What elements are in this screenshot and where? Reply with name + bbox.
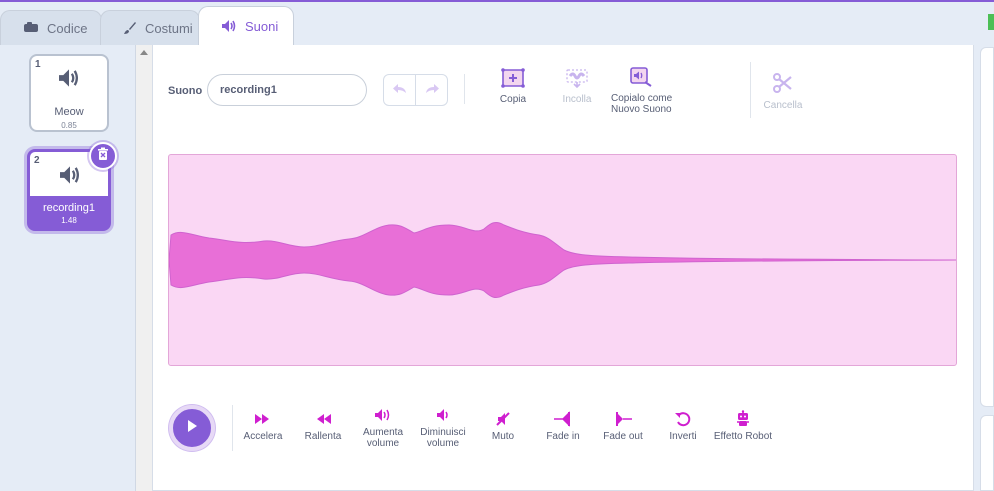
copy-icon	[501, 68, 525, 91]
effect-label: Muto	[491, 431, 515, 442]
sound-name-label: Suono	[168, 85, 203, 97]
effect-fade-out-button[interactable]: Fade out	[593, 410, 653, 442]
waveform	[169, 222, 956, 298]
sound-number: 2	[34, 155, 40, 166]
waveform-display[interactable]	[168, 154, 957, 366]
sound-item-meow[interactable]: 1 Meow 0.85	[29, 54, 109, 132]
effect-label: Effetto Robot	[713, 431, 773, 442]
copy-new-label-line1: Copialo come	[611, 93, 673, 104]
sound-name: Meow	[54, 106, 84, 118]
sound-duration: 1.48	[61, 216, 77, 225]
effect-label: Rallenta	[304, 431, 342, 442]
undo-redo-group	[383, 74, 448, 106]
effect-label: Inverti	[669, 431, 697, 442]
copy-new-label-line2: Nuovo Suono	[611, 104, 672, 115]
mute-icon	[473, 410, 533, 428]
effect-label-line1: Diminuisci	[420, 427, 466, 438]
effect-mute-button[interactable]: Muto	[473, 410, 533, 442]
sprite-panel-edge	[980, 415, 994, 491]
effect-label-line2: volume	[366, 438, 400, 449]
robot-icon	[710, 410, 776, 428]
tab-costumes[interactable]: Costumi	[100, 10, 200, 45]
effect-softer-button[interactable]: Diminuisci volume	[413, 406, 473, 449]
brush-icon	[123, 21, 137, 35]
copy-button[interactable]: Copia	[493, 68, 533, 105]
speaker-icon	[57, 68, 81, 93]
volume-down-icon	[413, 406, 473, 424]
redo-icon	[424, 81, 440, 99]
volume-up-icon	[353, 406, 413, 424]
stage-panel-edge	[980, 47, 994, 407]
tab-sounds[interactable]: Suoni	[198, 6, 294, 45]
effect-reverse-button[interactable]: Inverti	[653, 410, 713, 442]
copy-label: Copia	[499, 94, 527, 105]
effect-fade-in-button[interactable]: Fade in	[533, 410, 593, 442]
paste-button[interactable]: Incolla	[557, 68, 597, 105]
undo-icon	[392, 81, 408, 99]
tab-code-label: Codice	[47, 20, 88, 36]
trash-icon	[97, 147, 109, 166]
rewind-icon	[293, 410, 353, 428]
delete-label: Cancella	[763, 100, 803, 111]
paste-label: Incolla	[562, 94, 592, 105]
effect-label: Fade in	[546, 431, 580, 442]
effect-faster-button[interactable]: Accelera	[233, 410, 293, 442]
copy-to-new-button[interactable]: Copialo come Nuovo Suono	[608, 67, 676, 115]
green-flag-icon[interactable]	[988, 14, 994, 30]
delete-sound-button[interactable]	[89, 142, 117, 170]
sound-name: recording1	[43, 202, 95, 214]
effect-louder-button[interactable]: Aumenta volume	[353, 406, 413, 449]
fade-out-icon	[593, 410, 653, 428]
effect-robot-button[interactable]: Effetto Robot	[710, 410, 776, 442]
redo-button[interactable]	[415, 75, 447, 105]
copy-new-sound-icon	[630, 67, 676, 90]
tab-code[interactable]: Codice	[0, 10, 102, 45]
effect-slower-button[interactable]: Rallenta	[293, 410, 353, 442]
divider	[464, 74, 465, 104]
speaker-icon	[58, 165, 82, 190]
sound-name-input[interactable]	[207, 74, 367, 106]
speaker-icon	[221, 19, 237, 33]
sound-duration: 0.85	[61, 121, 77, 130]
sound-number: 1	[35, 59, 41, 70]
reverse-icon	[653, 410, 713, 428]
sound-list-scrollbar[interactable]	[136, 45, 152, 491]
delete-button[interactable]: Cancella	[761, 72, 805, 111]
scissors-icon	[772, 73, 794, 97]
effect-label-line1: Aumenta	[362, 427, 404, 438]
tab-costumes-label: Costumi	[145, 20, 193, 36]
code-icon	[23, 22, 39, 34]
paste-icon	[565, 69, 589, 91]
divider	[750, 62, 751, 118]
effect-label: Fade out	[603, 431, 643, 442]
undo-button[interactable]	[384, 75, 415, 105]
top-accent-line	[0, 0, 994, 2]
play-button[interactable]	[169, 405, 215, 451]
play-icon	[185, 419, 199, 438]
tab-sounds-label: Suoni	[245, 18, 279, 34]
scroll-up-arrow-icon[interactable]	[140, 50, 148, 55]
fast-forward-icon	[233, 410, 293, 428]
effect-label-line2: volume	[426, 438, 460, 449]
effect-label: Accelera	[243, 431, 283, 442]
fade-in-icon	[533, 410, 593, 428]
